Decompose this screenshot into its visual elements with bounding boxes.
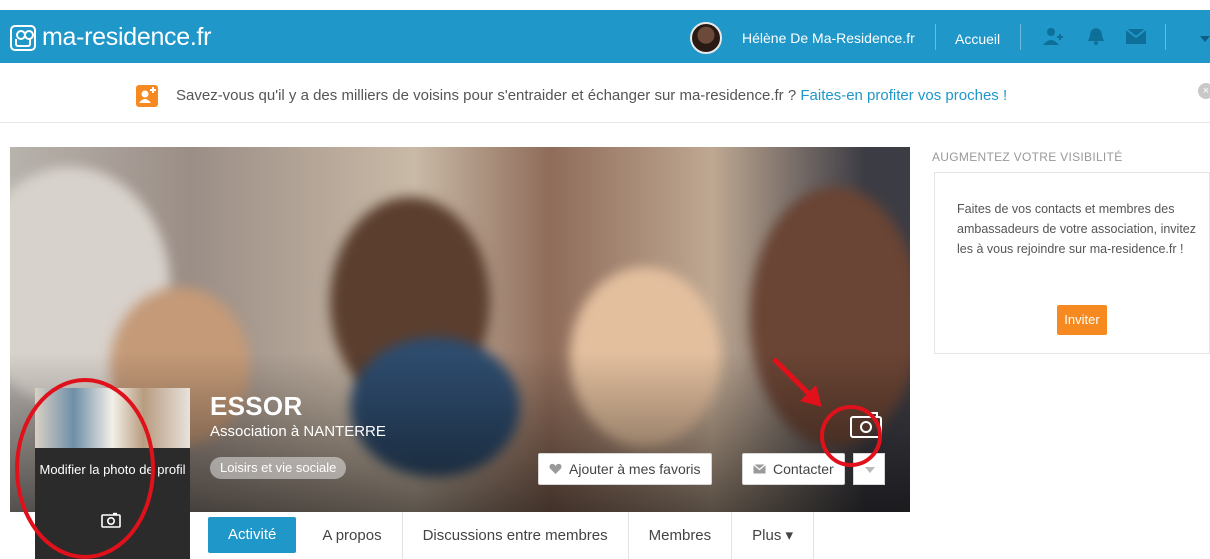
top-navbar: ma-residence.fr Hélène De Ma-Residence.f… xyxy=(0,10,1210,63)
bell-icon[interactable] xyxy=(1085,26,1107,46)
invite-banner: Savez-vous qu'il y a des milliers de voi… xyxy=(0,63,1210,123)
close-icon[interactable]: × xyxy=(1198,83,1210,99)
sidebar-title: AUGMENTEZ VOTRE VISIBILITÉ xyxy=(932,150,1123,164)
mail-icon xyxy=(753,464,766,474)
invite-button[interactable]: Inviter xyxy=(1057,305,1107,335)
banner-link[interactable]: Faites-en profiter vos proches ! xyxy=(800,87,1007,104)
chevron-down-icon[interactable] xyxy=(1200,36,1210,42)
mail-icon[interactable] xyxy=(1125,26,1147,46)
banner-text: Savez-vous qu'il y a des milliers de voi… xyxy=(176,87,1008,104)
annotation-circle xyxy=(15,378,155,559)
add-favorite-button[interactable]: Ajouter à mes favoris xyxy=(538,453,712,485)
add-user-icon xyxy=(136,85,158,107)
logo-icon xyxy=(10,24,36,51)
tab-discussions[interactable]: Discussions entre membres xyxy=(403,512,629,559)
org-subtitle: Association à NANTERRE xyxy=(210,423,386,440)
nav-divider xyxy=(1020,24,1021,50)
contacts-icon[interactable] xyxy=(1042,26,1064,46)
site-logo[interactable]: ma-residence.fr xyxy=(10,23,211,52)
nav-divider xyxy=(1165,24,1166,50)
tab-membres[interactable]: Membres xyxy=(629,512,733,559)
user-name-link[interactable]: Hélène De Ma-Residence.fr xyxy=(742,30,915,46)
tab-activite[interactable]: Activité xyxy=(208,517,297,553)
home-link[interactable]: Accueil xyxy=(955,31,1000,47)
profile-tabs: Activité A propos Discussions entre memb… xyxy=(208,512,815,559)
heart-icon xyxy=(549,463,562,474)
invite-text: Faites de vos contacts et membres des am… xyxy=(957,202,1197,256)
nav-divider xyxy=(935,24,936,50)
invite-card: Faites de vos contacts et membres des am… xyxy=(934,172,1210,354)
tab-a-propos[interactable]: A propos xyxy=(302,512,403,559)
org-name: ESSOR xyxy=(210,391,303,421)
category-badge[interactable]: Loisirs et vie sociale xyxy=(210,457,347,479)
tab-plus[interactable]: Plus ▾ xyxy=(732,512,815,559)
logo-text: ma-residence.fr xyxy=(42,23,212,51)
annotation-arrow xyxy=(772,357,822,407)
user-avatar[interactable] xyxy=(690,22,722,54)
